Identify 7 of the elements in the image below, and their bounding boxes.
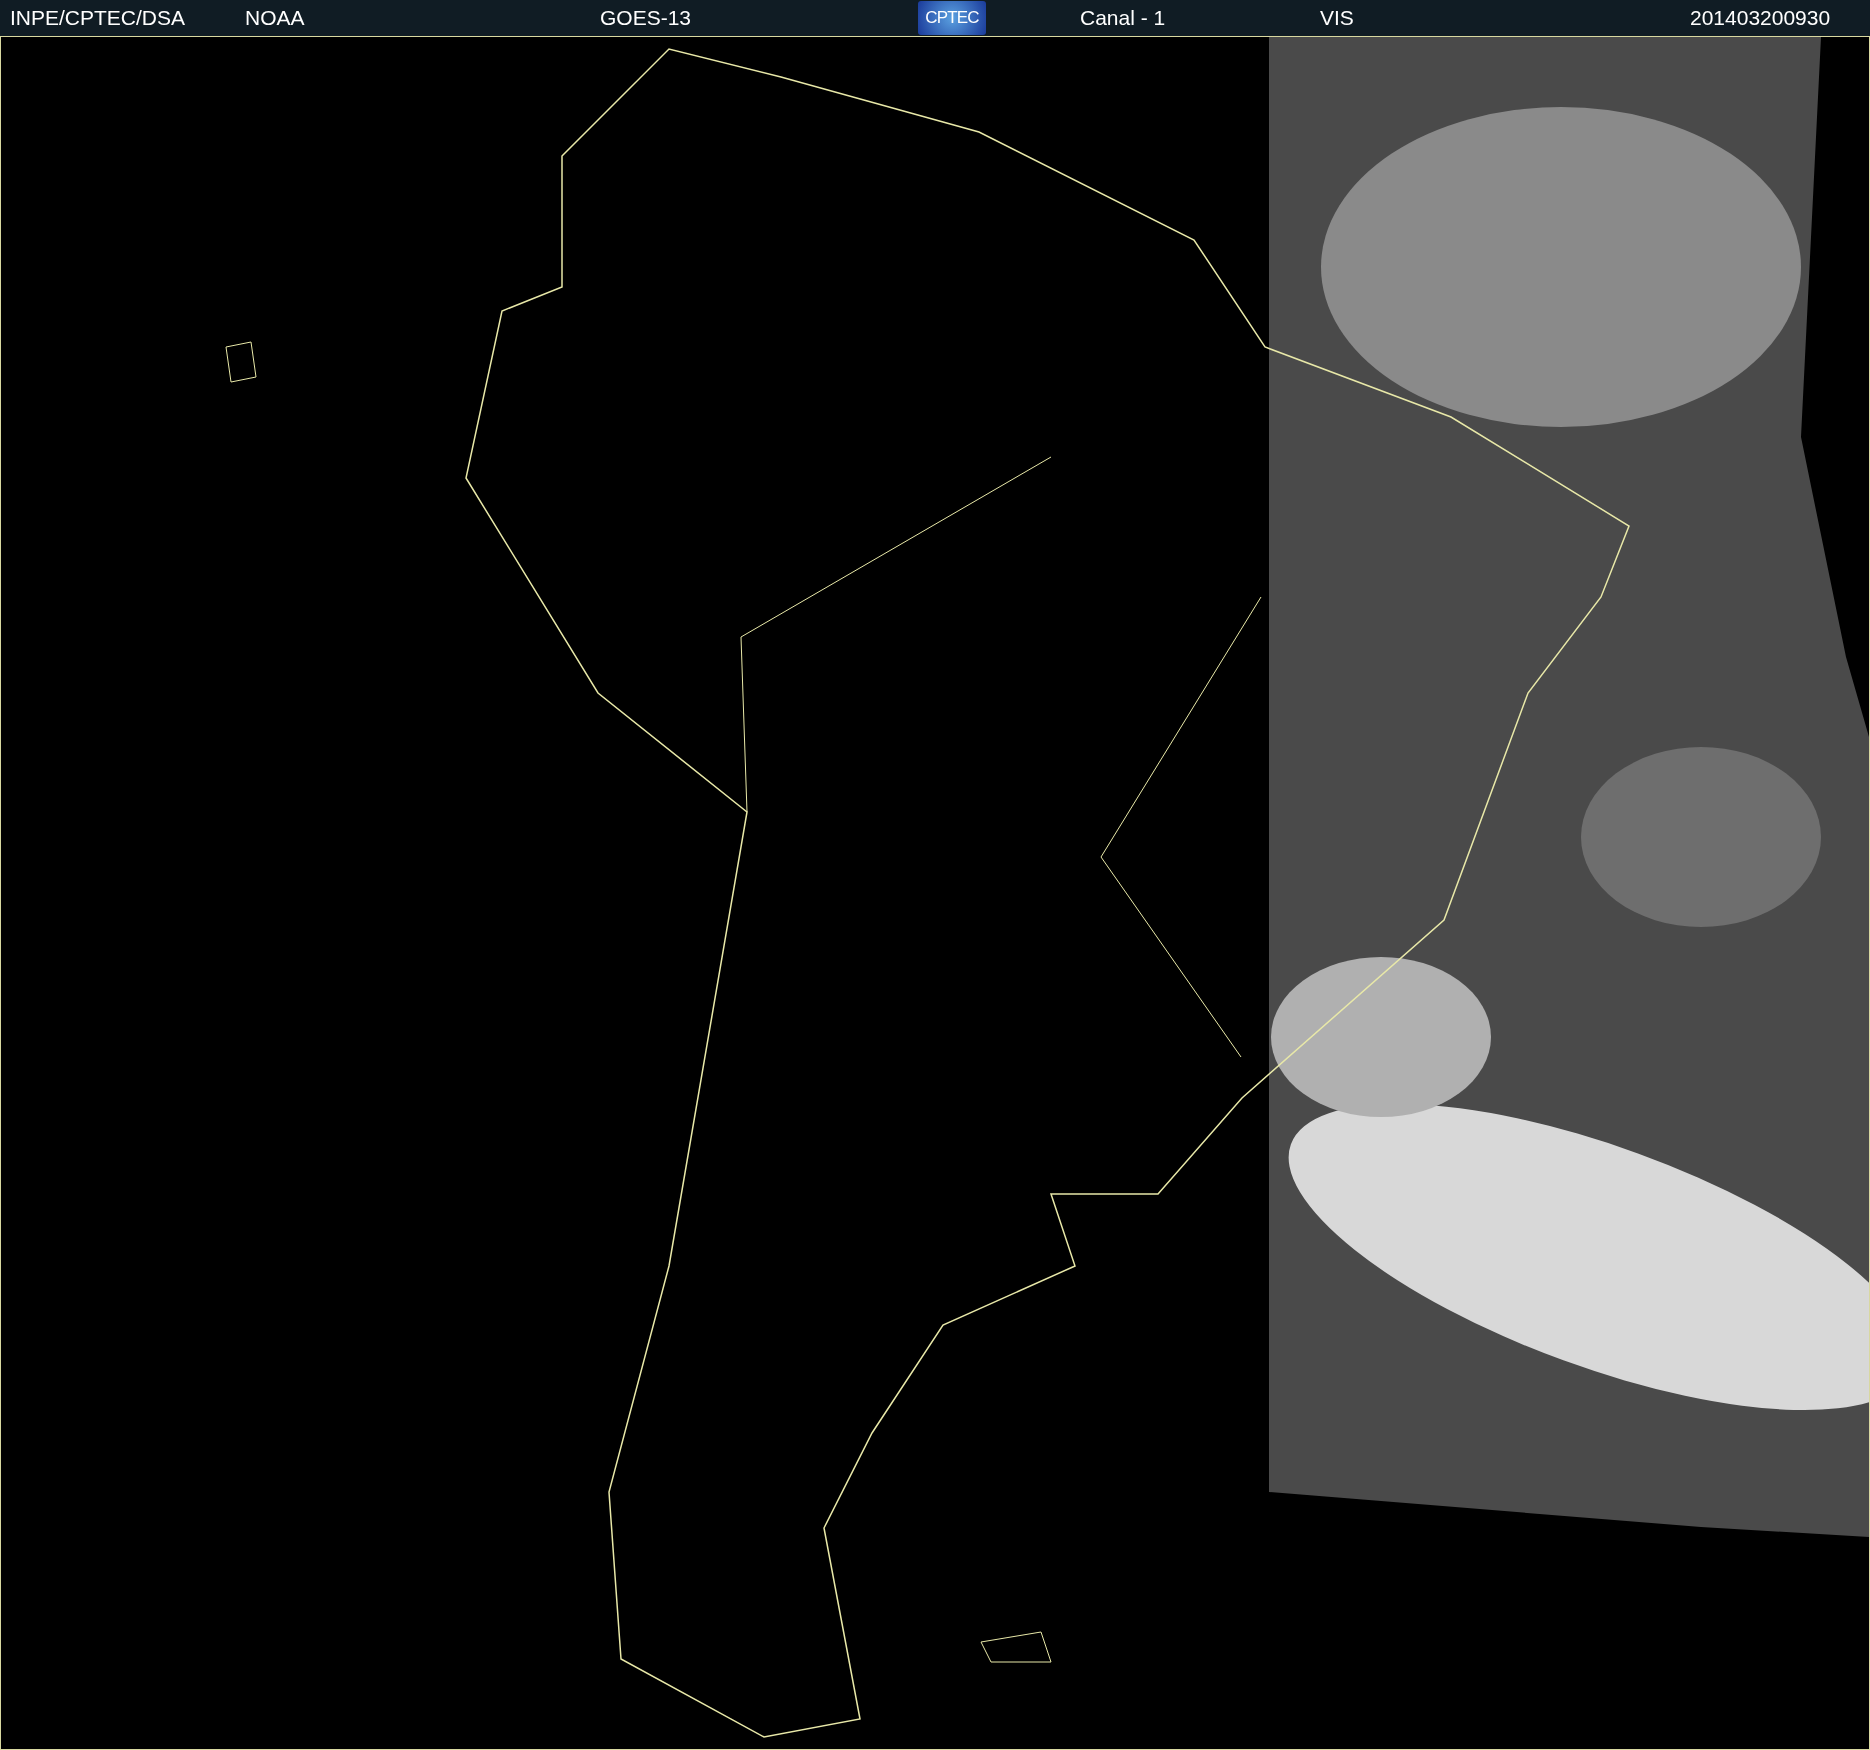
- header-label: GOES-13: [600, 5, 692, 31]
- header-label: 201403200930: [1690, 5, 1831, 31]
- header-label: Canal - 1: [1080, 5, 1166, 31]
- logo: CPTEC: [918, 1, 986, 35]
- header-label: VIS: [1320, 5, 1354, 31]
- header-label: INPE/CPTEC/DSA: [10, 5, 186, 31]
- header-label: NOAA: [245, 5, 305, 31]
